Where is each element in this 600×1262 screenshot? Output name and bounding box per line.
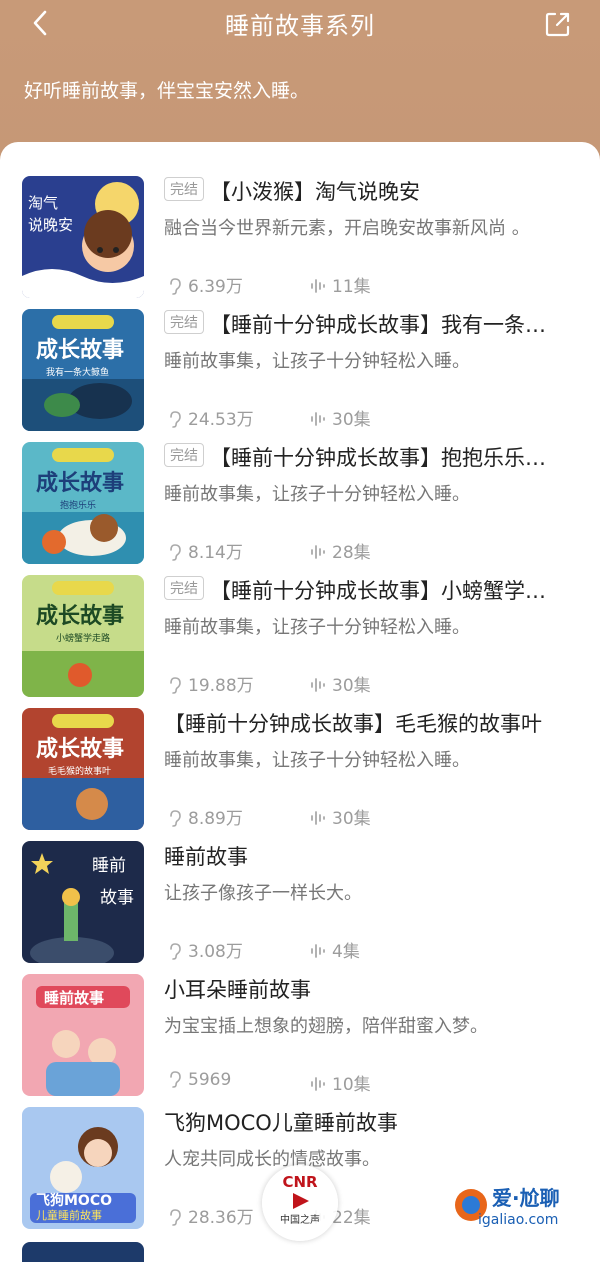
finished-badge: 完结 [164,177,204,201]
ear-icon [170,544,181,561]
album-description: 睡前故事集，让孩子十分钟轻松入睡。 [164,617,470,638]
ear-icon [170,810,181,827]
album-description: 睡前故事集，让孩子十分钟轻松入睡。 [164,351,470,372]
album-list-panel: 淘气 说晚安 完结 【小泼猴】淘气说晚安 融合当今世界新元素，开启晚安故事新风尚 … [0,142,600,1262]
album-title: 【睡前十分钟成长故事】抱抱乐乐… [210,446,546,470]
episode-count: 30集 [310,405,371,430]
cover-subtitle-text: 我有一条大鲸鱼 [46,366,109,378]
cover-subtitle-text: 抱抱乐乐 [60,499,96,511]
waveform-icon [311,811,325,825]
album-item[interactable]: 成长故事 毛毛猴的故事叶 【睡前十分钟成长故事】毛毛猴的故事叶 睡前故事集，让孩… [0,708,600,836]
ear-icon [170,677,181,694]
play-count: 19.88万 [168,671,254,696]
cover-subtitle-text: 小螃蟹学走路 [56,632,110,644]
cover-title-text: 成长故事 [36,470,124,496]
page-title: 睡前故事系列 [225,12,375,40]
ear-icon [170,1071,181,1088]
play-count: 24.53万 [168,405,254,430]
cover-title-text: 睡前故事 [44,989,104,1007]
header: 睡前故事系列 [0,0,600,50]
waveform-icon [311,944,325,958]
cnr-station-text: 中国之声 [280,1215,320,1226]
album-cover: 成长故事 小螃蟹学走路 [22,575,144,697]
album-description: 融合当今世界新元素，开启晚安故事新风尚 。 [164,218,530,239]
waveform-icon [311,1077,325,1091]
album-title: 飞狗MOCO儿童睡前故事 [164,1111,398,1135]
album-cover: 成长故事 抱抱乐乐 [22,442,144,564]
album-description: 为宝宝插上想象的翅膀，陪伴甜蜜入梦。 [164,1016,488,1037]
watermark: 爱·尬聊 igaliao.com [448,1182,596,1244]
play-count: 5969 [168,1070,231,1090]
album-item[interactable]: 成长故事 小螃蟹学走路 完结 【睡前十分钟成长故事】小螃蟹学… 睡前故事集，让孩子… [0,575,600,703]
album-cover: 睡前 故事 [22,841,144,963]
play-count: 8.14万 [168,538,243,563]
cover-subtitle-text: 故事 [100,888,134,908]
album-title: 小耳朵睡前故事 [164,978,311,1002]
album-description: 人宠共同成长的情感故事。 [164,1149,380,1170]
album-title: 【睡前十分钟成长故事】小螃蟹学… [210,579,546,603]
album-cover: 淘气 说晚安 [22,176,144,298]
album-description: 让孩子像孩子一样长大。 [164,883,362,904]
ear-icon [170,943,181,960]
cover-title-text: 成长故事 [36,337,124,363]
album-cover: 成长故事 毛毛猴的故事叶 [22,708,144,830]
album-cover: 成长故事 我有一条大鲸鱼 [22,309,144,431]
finished-badge: 完结 [164,576,204,600]
album-item[interactable]: 睡前故事 小耳朵睡前故事 为宝宝插上想象的翅膀，陪伴甜蜜入梦。 5969 10集 [0,974,600,1102]
finished-badge: 完结 [164,310,204,334]
watermark-text: 爱·尬聊 [492,1186,560,1210]
album-description: 睡前故事集，让孩子十分钟轻松入睡。 [164,484,470,505]
waveform-icon [311,545,325,559]
watermark-url: igaliao.com [478,1212,559,1228]
cover-title-text: 淘气 [28,194,58,212]
cover-subtitle-text: 说晚安 [28,216,73,234]
share-icon[interactable] [542,8,574,40]
album-item[interactable]: 成长故事 我有一条大鲸鱼 完结 【睡前十分钟成长故事】我有一条… 睡前故事集，让孩… [0,309,600,437]
play-count: 8.89万 [168,804,243,829]
album-title: 睡前故事 [164,845,248,869]
album-item[interactable]: 淘气 说晚安 完结 【小泼猴】淘气说晚安 融合当今世界新元素，开启晚安故事新风尚 … [0,176,600,304]
album-item[interactable]: 成长故事 抱抱乐乐 完结 【睡前十分钟成长故事】抱抱乐乐… 睡前故事集，让孩子十分… [0,442,600,570]
cover-title-text: 飞狗MOCO [36,1192,112,1209]
play-count: 3.08万 [168,937,243,962]
cnr-logo-text: CNR [282,1173,318,1191]
album-cover: 睡前故事 [22,974,144,1096]
finished-badge: 完结 [164,443,204,467]
ear-icon [170,411,181,428]
ear-icon [170,278,181,295]
cover-subtitle-text: 毛毛猴的故事叶 [48,765,111,777]
cover-subtitle-text: 儿童睡前故事 [36,1208,102,1222]
episode-count: 28集 [310,538,371,563]
play-count: 6.39万 [168,272,243,297]
play-count: 28.36万 [168,1203,254,1228]
ear-icon [170,1209,181,1226]
floating-player-button[interactable]: CNR 中国之声 [262,1165,338,1241]
cover-title-text: 睡前 [92,856,126,876]
waveform-icon [311,412,325,426]
waveform-icon [311,279,325,293]
album-title: 【小泼猴】淘气说晚安 [210,180,420,204]
episode-count: 4集 [310,937,360,962]
episode-count: 30集 [310,671,371,696]
cover-title-text: 成长故事 [36,603,124,629]
episode-count: 11集 [310,272,371,297]
album-item[interactable]: 睡前 故事 睡前故事 让孩子像孩子一样长大。 3.08万 4集 [0,841,600,969]
album-description: 睡前故事集，让孩子十分钟轻松入睡。 [164,750,470,771]
episode-count: 10集 [310,1070,371,1095]
album-cover-partial [22,1242,144,1262]
album-title: 【睡前十分钟成长故事】我有一条… [210,313,546,337]
album-cover: 飞狗MOCO 儿童睡前故事 [22,1107,144,1229]
cover-title-text: 成长故事 [36,736,124,762]
waveform-icon [311,678,325,692]
page-subtitle: 好听睡前故事，伴宝宝安然入睡。 [24,80,310,102]
album-title: 【睡前十分钟成长故事】毛毛猴的故事叶 [164,712,542,736]
episode-count: 30集 [310,804,371,829]
play-icon [293,1193,309,1209]
